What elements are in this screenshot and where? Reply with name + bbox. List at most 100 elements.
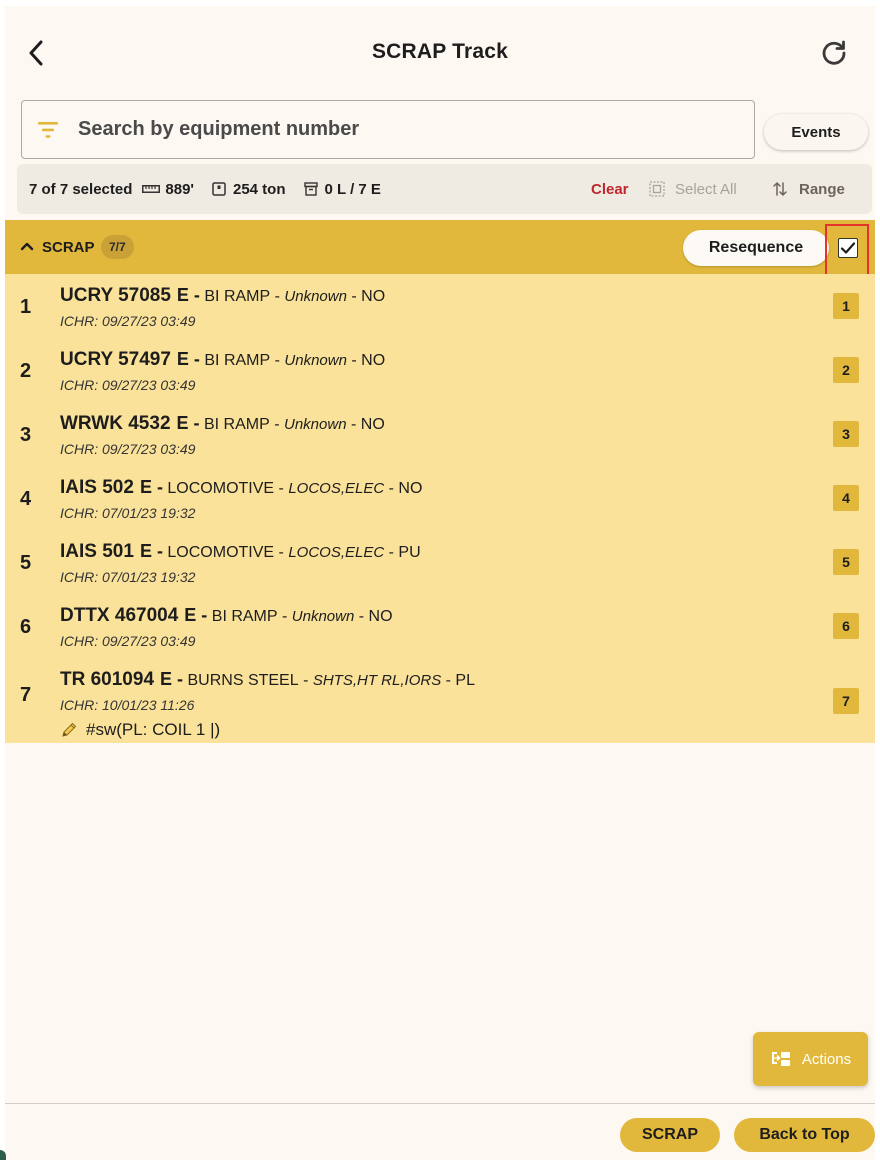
sequence-number: 1 [20, 296, 32, 318]
location: BI RAMP [204, 288, 271, 305]
position-badge[interactable]: 7 [833, 688, 859, 714]
position-badge[interactable]: 5 [833, 549, 859, 575]
back-to-top-button[interactable]: Back to Top [734, 1118, 875, 1152]
select-all-icon [649, 181, 665, 197]
weight-stat: 254 ton [210, 181, 286, 198]
actions-label: Actions [801, 1050, 852, 1068]
equipment-line: UCRY 57085 E - BI RAMP - Unknown - NO [60, 285, 386, 306]
commodity: SHTS,HT RL,IORS [312, 672, 442, 689]
equipment-line: WRWK 4532 E - BI RAMP - Unknown - NO [60, 413, 385, 434]
location: BI RAMP [211, 608, 278, 625]
commodity: Unknown [284, 288, 347, 305]
position-badge[interactable]: 3 [833, 421, 859, 447]
screen: SCRAP Track Events 7 of 7 selected 889' … [5, 6, 875, 1160]
equipment-list: 1 UCRY 57085 E - BI RAMP - Unknown - NO I… [5, 274, 875, 743]
interchange-time: ICHR: 10/01/23 11:26 [60, 697, 195, 713]
select-all-label: Select All [675, 180, 737, 198]
status-code: NO [360, 416, 385, 433]
checkmark-icon [840, 242, 856, 254]
load-empty-flag: E - [176, 349, 200, 369]
load-empty-flag: E - [176, 413, 200, 433]
selection-summary-bar: 7 of 7 selected 889' 254 ton 0 L / 7 E C… [17, 164, 872, 214]
equipment-line: IAIS 501 E - LOCOMOTIVE - LOCOS,ELEC - PU [60, 541, 421, 562]
weight-value: 254 ton [232, 180, 286, 198]
refresh-icon [822, 40, 846, 65]
position-badge[interactable]: 6 [833, 613, 859, 639]
selected-count: 7 of 7 selected [29, 180, 133, 198]
location: BI RAMP [204, 352, 271, 369]
loads-value: 0 L / 7 E [324, 180, 381, 198]
equipment-row[interactable]: 1 UCRY 57085 E - BI RAMP - Unknown - NO I… [5, 274, 875, 338]
archive-icon [302, 182, 320, 196]
range-label: Range [799, 180, 845, 198]
group-select-checkbox[interactable] [838, 238, 858, 258]
position-badge[interactable]: 1 [833, 293, 859, 319]
search-input[interactable] [78, 118, 698, 141]
equipment-row[interactable]: 4 IAIS 502 E - LOCOMOTIVE - LOCOS,ELEC - … [5, 466, 875, 530]
resequence-button[interactable]: Resequence [683, 230, 829, 266]
sequence-number: 3 [20, 424, 32, 446]
page-title: SCRAP Track [371, 40, 509, 63]
location: BURNS STEEL [187, 672, 299, 689]
load-empty-flag: E - [176, 285, 200, 305]
interchange-time: ICHR: 09/27/23 03:49 [60, 441, 196, 457]
location: LOCOMOTIVE [167, 480, 275, 497]
commodity: Unknown [291, 608, 355, 625]
select-all-button[interactable]: Select All [649, 181, 737, 198]
sequence-number: 2 [20, 360, 32, 382]
group-name: SCRAP [42, 239, 95, 256]
equipment-row[interactable]: 6 DTTX 467004 E - BI RAMP - Unknown - NO … [5, 594, 875, 658]
equipment-number: UCRY 57497 [60, 349, 171, 370]
note-text: #sw(PL: COIL 1 |) [86, 720, 221, 739]
equipment-row[interactable]: 3 WRWK 4532 E - BI RAMP - Unknown - NO IC… [5, 402, 875, 466]
interchange-time: ICHR: 07/01/23 19:32 [60, 569, 196, 585]
position-badge[interactable]: 4 [833, 485, 859, 511]
sequence-number: 4 [20, 488, 32, 510]
status-code: NO [361, 288, 386, 305]
ruler-icon [142, 182, 161, 196]
equipment-number: WRWK 4532 [60, 413, 171, 434]
status-code: NO [361, 352, 386, 369]
position-badge[interactable]: 2 [833, 357, 859, 383]
interchange-time: ICHR: 09/27/23 03:49 [60, 633, 196, 649]
equipment-row[interactable]: 2 UCRY 57497 E - BI RAMP - Unknown - NO I… [5, 338, 875, 402]
refresh-button[interactable] [817, 36, 851, 70]
load-empty-flag: E - [160, 669, 184, 689]
equipment-number: UCRY 57085 [60, 285, 171, 306]
clear-button[interactable]: Clear [591, 181, 629, 198]
group-count-badge: 7/7 [101, 235, 134, 259]
status-code: NO [368, 608, 393, 625]
equipment-row[interactable]: 5 IAIS 501 E - LOCOMOTIVE - LOCOS,ELEC - … [5, 530, 875, 594]
group-checkbox-highlight [825, 224, 869, 276]
search-box[interactable] [21, 100, 755, 159]
status-code: PU [398, 544, 421, 561]
range-button[interactable]: Range [773, 181, 845, 198]
interchange-time: ICHR: 09/27/23 03:49 [60, 313, 196, 329]
pencil-icon [62, 722, 77, 737]
filter-icon[interactable] [38, 120, 60, 140]
switch-note: #sw(PL: COIL 1 |) [60, 720, 220, 740]
actions-button[interactable]: Actions [753, 1032, 868, 1086]
equipment-number: TR 601094 [60, 669, 155, 690]
length-stat: 889' [142, 181, 194, 198]
load-empty-flag: E - [139, 541, 163, 561]
equipment-line: TR 601094 E - BURNS STEEL - SHTS,HT RL,IO… [60, 669, 475, 690]
interchange-time: ICHR: 07/01/23 19:32 [60, 505, 196, 521]
scrap-track-button[interactable]: SCRAP [620, 1118, 720, 1152]
length-value: 889' [165, 180, 194, 198]
location: BI RAMP [203, 416, 270, 433]
equipment-number: IAIS 502 [60, 477, 134, 498]
equipment-row[interactable]: 7 TR 601094 E - BURNS STEEL - SHTS,HT RL,… [5, 658, 875, 743]
equipment-line: IAIS 502 E - LOCOMOTIVE - LOCOS,ELEC - NO [60, 477, 423, 498]
equipment-line: UCRY 57497 E - BI RAMP - Unknown - NO [60, 349, 386, 370]
load-empty-flag: E - [184, 605, 208, 625]
events-button[interactable]: Events [764, 114, 868, 150]
group-header: SCRAP 7/7 Resequence [5, 220, 875, 276]
commodity: LOCOS,ELEC [288, 544, 385, 561]
actions-icon [771, 1052, 790, 1066]
commodity: LOCOS,ELEC [288, 480, 385, 497]
load-empty-flag: E - [139, 477, 163, 497]
collapse-group-button[interactable] [17, 236, 37, 256]
loads-stat: 0 L / 7 E [302, 181, 381, 198]
sort-arrows-icon [773, 182, 787, 196]
